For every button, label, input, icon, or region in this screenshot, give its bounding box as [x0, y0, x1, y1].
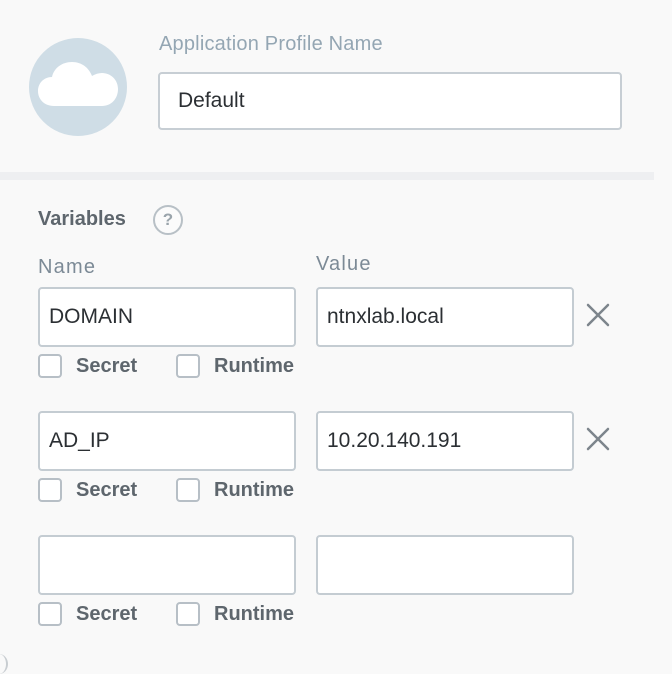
runtime-checkbox[interactable]	[176, 354, 200, 378]
remove-variable-icon[interactable]	[585, 302, 611, 328]
profile-name-input[interactable]	[158, 72, 622, 130]
value-column-header: Value	[316, 253, 372, 275]
help-icon[interactable]: ?	[153, 205, 183, 235]
runtime-label: Runtime	[214, 479, 294, 501]
secret-label: Secret	[76, 479, 138, 501]
profile-name-label: Application Profile Name	[159, 33, 383, 55]
secret-checkbox[interactable]	[38, 602, 62, 626]
variables-title: Variables	[38, 208, 126, 230]
cloud-icon	[38, 62, 118, 106]
section-divider	[0, 172, 654, 180]
variable-name-input[interactable]	[38, 411, 296, 471]
variable-name-input[interactable]	[38, 535, 296, 595]
runtime-checkbox[interactable]	[176, 478, 200, 502]
secret-label: Secret	[76, 355, 138, 377]
runtime-label: Runtime	[214, 355, 294, 377]
remove-variable-icon[interactable]	[585, 426, 611, 452]
variable-value-input[interactable]	[316, 287, 574, 347]
secret-checkbox[interactable]	[38, 354, 62, 378]
secret-checkbox[interactable]	[38, 478, 62, 502]
variable-name-input[interactable]	[38, 287, 296, 347]
variable-value-input[interactable]	[316, 535, 574, 595]
profile-avatar	[29, 38, 127, 136]
runtime-checkbox[interactable]	[176, 602, 200, 626]
runtime-label: Runtime	[214, 603, 294, 625]
variables-section: Variables ? Name Value Secret Runtime Se…	[0, 180, 672, 674]
profile-header: Application Profile Name	[0, 0, 654, 172]
secret-label: Secret	[76, 603, 138, 625]
name-column-header: Name	[38, 256, 97, 278]
variable-value-input[interactable]	[316, 411, 574, 471]
